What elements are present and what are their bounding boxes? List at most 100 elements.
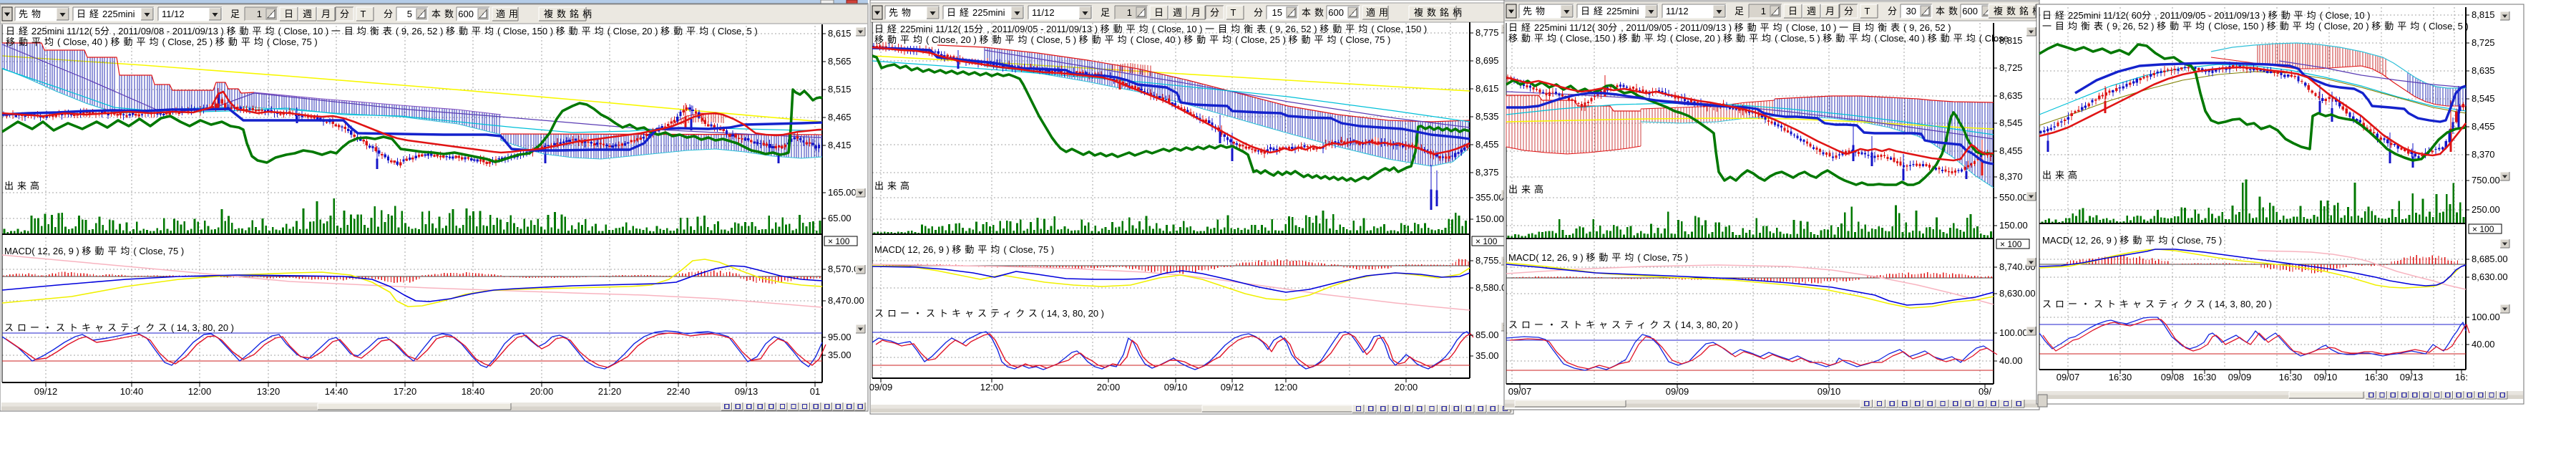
svg-text:適用: 適用	[496, 9, 522, 19]
svg-text:日経225mini 11/12( 60分, 2011/09/: 日経225mini 11/12( 60分, 2011/09/05 - 2011/…	[2042, 10, 2371, 21]
svg-text:分: 分	[384, 9, 396, 19]
svg-text:09/13: 09/13	[735, 386, 758, 397]
svg-text:8,725: 8,725	[2472, 37, 2495, 48]
svg-text:8,470.00: 8,470.00	[828, 295, 864, 306]
svg-text:09/10: 09/10	[1818, 386, 1841, 397]
svg-text:16:30: 16:30	[2365, 372, 2389, 382]
svg-text:8,565: 8,565	[828, 56, 852, 67]
svg-text:09/08: 09/08	[2161, 372, 2185, 382]
svg-text:本数: 本数	[431, 9, 457, 19]
svg-text:日経225mini 11/12( 5分, 2011/09/0: 日経225mini 11/12( 5分, 2011/09/08 - 2011/0…	[6, 26, 758, 37]
svg-text:週: 週	[303, 9, 316, 19]
svg-text:出来高: 出来高	[1508, 184, 1547, 195]
svg-text:12:00: 12:00	[980, 382, 1004, 393]
svg-text:09/09: 09/09	[2228, 372, 2252, 382]
svg-text:出来高: 出来高	[874, 180, 913, 191]
svg-text:本数: 本数	[1936, 6, 1961, 16]
svg-text:16:30: 16:30	[2193, 372, 2217, 382]
svg-text:5: 5	[407, 9, 412, 19]
svg-text:1: 1	[257, 9, 262, 19]
svg-text:165.00: 165.00	[828, 187, 857, 198]
svg-text:先物: 先物	[19, 9, 44, 19]
svg-text:8,415: 8,415	[828, 140, 852, 150]
svg-text:09/12: 09/12	[34, 386, 58, 397]
svg-text:日: 日	[1788, 6, 1801, 16]
svg-text:8,545: 8,545	[2472, 93, 2495, 104]
svg-text:100.00: 100.00	[1999, 327, 2028, 338]
svg-text:分: 分	[1888, 6, 1901, 16]
svg-text:09/07: 09/07	[2057, 372, 2080, 382]
svg-text:15: 15	[1272, 7, 1282, 18]
svg-text:65.00: 65.00	[828, 213, 852, 223]
svg-text:550.00: 550.00	[1999, 192, 2028, 203]
svg-text:移動平均( Close, 150 ) 移動平均( Clo: 移動平均( Close, 150 ) 移動平均( Close, 20 ) 移動平…	[1508, 33, 2009, 44]
svg-text:出来高: 出来高	[2042, 170, 2081, 180]
svg-text:MACD( 12, 26, 9 ) 移動平均( Clos: MACD( 12, 26, 9 ) 移動平均( Close, 75 )	[874, 244, 1054, 255]
svg-text:40.00: 40.00	[2472, 339, 2495, 350]
svg-text:8,695: 8,695	[1475, 55, 1499, 66]
svg-text:09/07: 09/07	[1508, 386, 1532, 397]
svg-text:× 100: × 100	[828, 236, 850, 246]
svg-text:日経225mini: 日経225mini	[1581, 6, 1639, 16]
svg-text:分: 分	[1254, 7, 1267, 18]
svg-text:16:30: 16:30	[2109, 372, 2132, 382]
svg-text:8,545: 8,545	[1999, 117, 2023, 128]
svg-text:8,815: 8,815	[2472, 9, 2495, 20]
svg-text:週: 週	[1173, 7, 1186, 18]
svg-text:分: 分	[1210, 7, 1223, 18]
svg-text:足: 足	[1101, 7, 1113, 18]
svg-text:× 100: × 100	[2472, 224, 2494, 234]
svg-text:日経225mini 11/12( 30分, 2011/09/: 日経225mini 11/12( 30分, 2011/09/05 - 2011/…	[1508, 22, 1951, 33]
svg-text:09/09: 09/09	[1666, 386, 1689, 397]
svg-text:11/12: 11/12	[1032, 7, 1055, 18]
svg-text:100.00: 100.00	[2472, 312, 2500, 322]
svg-text:8,455: 8,455	[1475, 139, 1499, 150]
svg-text:日経225mini 11/12( 15分, 2011/09/: 日経225mini 11/12( 15分, 2011/09/05 - 2011/…	[874, 24, 1427, 34]
svg-text:スロー・ストキャスティクス( 14, 3, 80, 20 ): スロー・ストキャスティクス( 14, 3, 80, 20 )	[2042, 299, 2272, 309]
svg-text:16:30: 16:30	[2279, 372, 2303, 382]
svg-text:足: 足	[230, 9, 243, 19]
svg-text:09/13: 09/13	[2400, 372, 2424, 382]
svg-text:× 100: × 100	[2000, 239, 2022, 249]
svg-text:MACD( 12, 26, 9 ) 移動平均( Clos: MACD( 12, 26, 9 ) 移動平均( Close, 75 )	[2042, 235, 2222, 246]
svg-text:先物: 先物	[889, 7, 914, 18]
svg-text:週: 週	[1807, 6, 1820, 16]
svg-text:600: 600	[458, 9, 474, 19]
svg-text:16:: 16:	[2455, 372, 2468, 382]
svg-text:スロー・ストキャスティクス( 14, 3, 80, 20 ): スロー・ストキャスティクス( 14, 3, 80, 20 )	[4, 322, 234, 333]
svg-text:8,370: 8,370	[1999, 171, 2023, 182]
svg-text:09/10: 09/10	[1164, 382, 1188, 393]
svg-text:750.00: 750.00	[2472, 175, 2500, 186]
svg-text:18:40: 18:40	[462, 386, 485, 397]
svg-text:355.00: 355.00	[1475, 192, 1504, 203]
svg-text:出来高: 出来高	[4, 180, 43, 191]
svg-text:1: 1	[1761, 6, 1766, 16]
svg-text:8,370: 8,370	[2472, 149, 2495, 160]
svg-text:8,630.00: 8,630.00	[2472, 271, 2508, 282]
svg-text:20:00: 20:00	[1097, 382, 1121, 393]
svg-text:8,685.00: 8,685.00	[2472, 254, 2508, 264]
svg-text:複数銘柄: 複数銘柄	[1414, 7, 1465, 18]
svg-text:40.00: 40.00	[1999, 355, 2023, 366]
svg-text:600: 600	[1328, 7, 1344, 18]
svg-text:複数銘柄: 複数銘柄	[544, 9, 595, 19]
svg-text:× 100: × 100	[1475, 236, 1498, 246]
svg-text:09/10: 09/10	[2314, 372, 2338, 382]
svg-text:MACD( 12, 26, 9 ) 移動平均( Clos: MACD( 12, 26, 9 ) 移動平均( Close, 75 )	[1508, 252, 1688, 263]
svg-text:月: 月	[1191, 7, 1204, 18]
svg-text:8,535: 8,535	[1475, 111, 1499, 122]
svg-text:一目均衡表( 9, 26, 52 ) 移動平均( Clo: 一目均衡表( 9, 26, 52 ) 移動平均( Close, 150 ) 移動…	[2042, 21, 2469, 32]
svg-text:09/09: 09/09	[869, 382, 893, 393]
svg-text:スロー・ストキャスティクス( 14, 3, 80, 20 ): スロー・ストキャスティクス( 14, 3, 80, 20 )	[874, 308, 1104, 319]
svg-text:T: T	[1865, 6, 1870, 16]
svg-text:35.00: 35.00	[828, 350, 852, 360]
svg-text:250.00: 250.00	[2472, 204, 2500, 215]
svg-text:MACD( 12, 26, 9 ) 移動平均( Clos: MACD( 12, 26, 9 ) 移動平均( Close, 75 )	[4, 246, 184, 256]
svg-text:20:00: 20:00	[1395, 382, 1418, 393]
svg-text:20:00: 20:00	[530, 386, 554, 397]
svg-text:01: 01	[810, 386, 820, 397]
svg-text:日経225mini: 日経225mini	[77, 9, 135, 19]
svg-text:足: 足	[1735, 6, 1747, 16]
svg-text:35.00: 35.00	[1475, 350, 1499, 361]
svg-text:8,775: 8,775	[1475, 27, 1499, 38]
